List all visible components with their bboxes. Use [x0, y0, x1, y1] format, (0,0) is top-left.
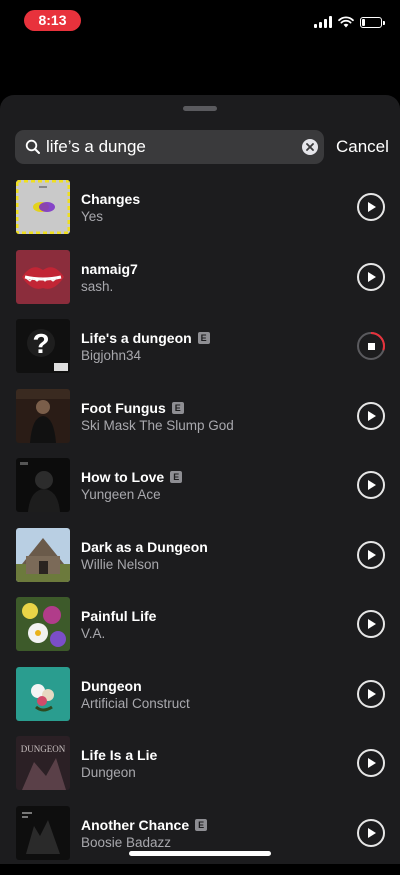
explicit-badge-icon: E	[170, 471, 182, 483]
track-title: Another Chance	[81, 817, 189, 833]
track-row[interactable]: ? Life's a dungeon E Bigjohn34	[0, 319, 400, 389]
status-icons	[314, 14, 382, 30]
play-icon	[368, 550, 376, 560]
play-icon	[368, 202, 376, 212]
music-search-sheet: Cancel Changes Yes namaig7 sash.? Life's a d…	[0, 95, 400, 864]
album-art	[16, 597, 70, 651]
track-artist: Artificial Construct	[81, 696, 190, 711]
track-artist: Boosie Badazz	[81, 835, 171, 850]
play-preview-button[interactable]	[357, 819, 385, 847]
explicit-badge-icon: E	[198, 332, 210, 344]
play-icon	[368, 411, 376, 421]
track-artist: Willie Nelson	[81, 557, 159, 572]
album-art: ?	[16, 319, 70, 373]
track-row[interactable]: Changes Yes	[0, 180, 400, 250]
album-art	[16, 250, 70, 304]
close-icon	[306, 143, 314, 151]
album-art	[16, 180, 70, 234]
cancel-button[interactable]: Cancel	[336, 137, 389, 157]
album-art	[16, 389, 70, 443]
track-title: namaig7	[81, 261, 138, 277]
svg-text:DUNGEON: DUNGEON	[21, 744, 66, 754]
track-title-line: namaig7	[81, 261, 138, 277]
track-title-line: Life Is a Lie	[81, 747, 157, 763]
album-art	[16, 667, 70, 721]
track-title-line: Painful Life	[81, 608, 156, 624]
track-artist: Ski Mask The Slump God	[81, 418, 234, 433]
track-row[interactable]: Foot Fungus E Ski Mask The Slump God	[0, 389, 400, 459]
track-row[interactable]: Dark as a Dungeon Willie Nelson	[0, 528, 400, 598]
track-artist: V.A.	[81, 626, 105, 641]
play-preview-button[interactable]	[357, 680, 385, 708]
track-row[interactable]: namaig7 sash.	[0, 250, 400, 320]
track-artist: Dungeon	[81, 765, 136, 780]
track-title-line: Another Chance E	[81, 817, 207, 833]
track-artist: sash.	[81, 279, 113, 294]
explicit-badge-icon: E	[195, 819, 207, 831]
search-input[interactable]	[46, 130, 286, 164]
track-title-line: Foot Fungus E	[81, 400, 184, 416]
play-icon	[368, 480, 376, 490]
track-row[interactable]: Dungeon Artificial Construct	[0, 667, 400, 737]
track-title-line: How to Love E	[81, 469, 182, 485]
play-preview-button[interactable]	[357, 541, 385, 569]
track-title: Painful Life	[81, 608, 156, 624]
cellular-signal-icon	[314, 16, 332, 28]
track-title-line: Dark as a Dungeon	[81, 539, 208, 555]
track-title: Dark as a Dungeon	[81, 539, 208, 555]
play-preview-button[interactable]	[357, 193, 385, 221]
svg-text:?: ?	[32, 328, 49, 359]
track-artist: Yes	[81, 209, 103, 224]
play-preview-button[interactable]	[357, 749, 385, 777]
play-preview-button[interactable]	[357, 610, 385, 638]
track-title: Life's a dungeon	[81, 330, 192, 346]
play-preview-button[interactable]	[357, 263, 385, 291]
play-icon	[368, 758, 376, 768]
track-row[interactable]: Painful Life V.A.	[0, 597, 400, 667]
track-row[interactable]: DUNGEON Life Is a Lie Dungeon	[0, 736, 400, 806]
clear-search-button[interactable]	[302, 139, 318, 155]
play-preview-button[interactable]	[357, 402, 385, 430]
track-artist: Bigjohn34	[81, 348, 141, 363]
track-title-line: Life's a dungeon E	[81, 330, 210, 346]
track-title: How to Love	[81, 469, 164, 485]
track-artist: Yungeen Ace	[81, 487, 161, 502]
track-row[interactable]: How to Love E Yungeen Ace	[0, 458, 400, 528]
album-art	[16, 806, 70, 860]
sheet-grabber[interactable]	[183, 106, 217, 111]
album-art	[16, 458, 70, 512]
play-icon	[368, 828, 376, 838]
track-title: Life Is a Lie	[81, 747, 157, 763]
stop-preview-button[interactable]	[357, 332, 385, 360]
play-preview-button[interactable]	[357, 471, 385, 499]
wifi-icon	[338, 16, 354, 28]
track-title: Foot Fungus	[81, 400, 166, 416]
battery-icon	[360, 17, 382, 28]
album-art	[16, 528, 70, 582]
track-title: Dungeon	[81, 678, 142, 694]
track-row[interactable]: Another Chance E Boosie Badazz	[0, 806, 400, 875]
track-title-line: Dungeon	[81, 678, 142, 694]
track-title: Changes	[81, 191, 140, 207]
status-time[interactable]: 8:13	[24, 10, 81, 31]
album-art: DUNGEON	[16, 736, 70, 790]
home-indicator[interactable]	[129, 851, 271, 856]
search-bar[interactable]	[15, 130, 324, 164]
search-icon	[25, 139, 41, 155]
play-icon	[368, 619, 376, 629]
play-icon	[368, 272, 376, 282]
progress-ring-icon	[357, 332, 385, 360]
track-title-line: Changes	[81, 191, 140, 207]
explicit-badge-icon: E	[172, 402, 184, 414]
play-icon	[368, 689, 376, 699]
status-bar: 8:13	[0, 0, 400, 44]
